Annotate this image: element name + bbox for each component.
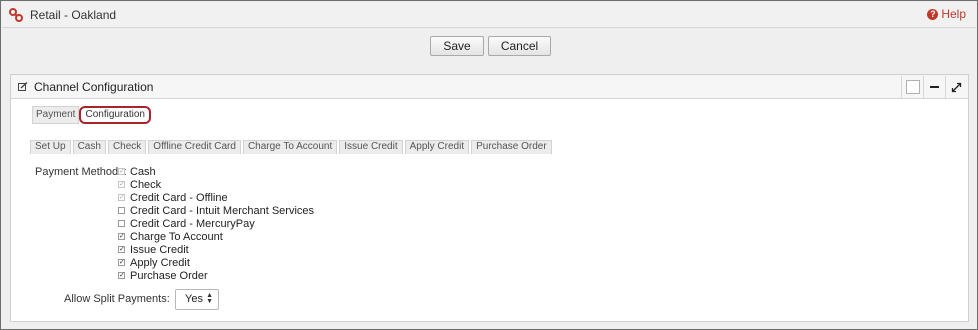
payment-method-checkbox[interactable] — [118, 207, 125, 214]
payment-method-label: Cash — [130, 165, 156, 178]
panel-header: Channel Configuration — [11, 75, 968, 99]
help-label: Help — [941, 7, 966, 21]
subtab-configuration[interactable]: Configuration — [79, 106, 151, 124]
payment-method-label: Apply Credit — [130, 256, 190, 269]
payment-method-label: Purchase Order — [130, 269, 208, 282]
panel-minimize-button[interactable] — [923, 76, 945, 98]
tab-offline-credit-card[interactable]: Offline Credit Card — [148, 140, 241, 154]
payment-method-checkbox[interactable]: ✓ — [118, 233, 125, 240]
payment-method-checkbox[interactable]: ✓ — [118, 194, 125, 201]
payment-method-credit-card-mercurypay: Credit Card - MercuryPay — [118, 217, 314, 230]
payment-method-checkbox[interactable] — [118, 220, 125, 227]
panel-title: Channel Configuration — [34, 80, 154, 94]
panel-square-button[interactable] — [901, 76, 923, 98]
subtab-payment[interactable]: Payment — [32, 106, 80, 124]
payment-tab-bar: Set Up Cash Check Offline Credit Card Ch… — [30, 140, 552, 154]
save-button[interactable]: Save — [430, 36, 484, 56]
tab-set-up[interactable]: Set Up — [30, 140, 71, 154]
channel-configuration-panel: Channel Configuration Payment Configurat… — [10, 74, 969, 322]
expand-icon — [951, 82, 962, 92]
payment-method-cash: ✓ Cash — [118, 165, 314, 178]
app-title: Retail - Oakland — [30, 8, 117, 22]
tab-cash[interactable]: Cash — [72, 140, 106, 154]
payment-method-charge-to-account: ✓ Charge To Account — [118, 230, 314, 243]
link-icon — [9, 8, 23, 22]
payment-method-label: Credit Card - Offline — [130, 191, 228, 204]
edit-icon[interactable] — [18, 82, 28, 92]
tab-apply-credit[interactable]: Apply Credit — [404, 140, 470, 154]
payment-method-check: ✓ Check — [118, 178, 314, 191]
payment-method-checkbox[interactable]: ✓ — [118, 259, 125, 266]
allow-split-payments-select[interactable]: Yes ▲ ▼ — [175, 289, 219, 310]
help-icon: ? — [927, 8, 939, 20]
tab-issue-credit[interactable]: Issue Credit — [339, 140, 403, 154]
app-window: Retail - Oakland ? Help Save Cancel Chan… — [0, 0, 978, 330]
subtab-bar: Payment Configuration — [32, 106, 151, 124]
payment-method-purchase-order: ✓ Purchase Order — [118, 269, 314, 282]
payment-method-label: Charge To Account — [130, 230, 223, 243]
payment-method-label: Credit Card - Intuit Merchant Services — [130, 204, 315, 217]
payment-method-label: Credit Card - MercuryPay — [130, 217, 255, 230]
minimize-icon — [930, 86, 939, 88]
payment-method-checkbox[interactable]: ✓ — [118, 181, 125, 188]
panel-expand-button[interactable] — [945, 76, 967, 98]
payment-method-apply-credit: ✓ Apply Credit — [118, 256, 314, 269]
payment-method-credit-card-intuit: Credit Card - Intuit Merchant Services — [118, 204, 314, 217]
tab-purchase-order[interactable]: Purchase Order — [471, 140, 552, 154]
payment-method-label: Issue Credit — [130, 243, 189, 256]
top-bar: Retail - Oakland ? Help — [2, 2, 976, 28]
tab-check[interactable]: Check — [107, 140, 147, 154]
payment-methods-label: Payment Methods: — [35, 166, 127, 178]
payment-methods-list: ✓ Cash ✓ Check ✓ Credit Card - Offline C… — [118, 165, 314, 282]
allow-split-payments-label: Allow Split Payments: — [64, 293, 170, 305]
square-icon — [905, 80, 920, 94]
payment-method-label: Check — [130, 178, 162, 191]
payment-method-checkbox[interactable]: ✓ — [118, 168, 125, 175]
payment-method-checkbox[interactable]: ✓ — [118, 272, 125, 279]
cancel-button[interactable]: Cancel — [488, 36, 551, 56]
select-value: Yes — [185, 293, 203, 305]
payment-method-issue-credit: ✓ Issue Credit — [118, 243, 314, 256]
payment-method-credit-card-offline: ✓ Credit Card - Offline — [118, 191, 314, 204]
payment-method-checkbox[interactable]: ✓ — [118, 246, 125, 253]
updown-arrows-icon: ▲ ▼ — [206, 292, 213, 305]
help-link[interactable]: ? Help — [927, 7, 966, 21]
tab-charge-to-account[interactable]: Charge To Account — [242, 140, 338, 154]
